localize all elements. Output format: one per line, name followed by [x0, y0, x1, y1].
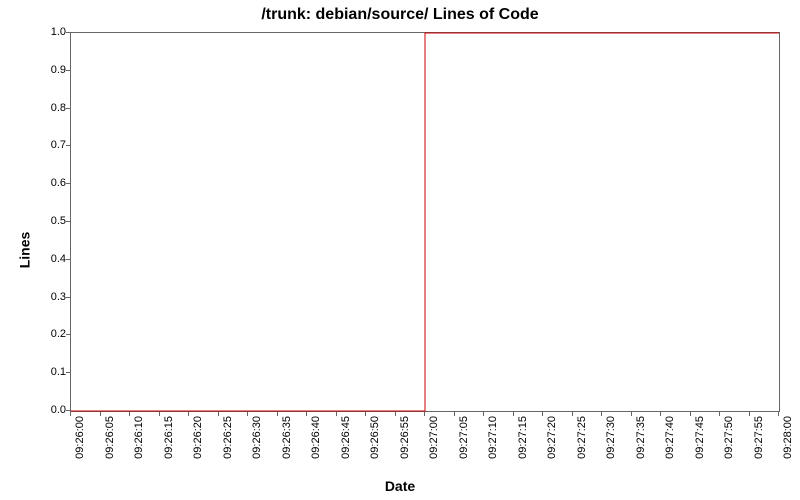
y-tick-label: 0.9	[26, 64, 66, 76]
x-tick-mark	[454, 412, 455, 416]
x-tick-mark	[159, 412, 160, 416]
y-tick-label: 0.4	[26, 253, 66, 265]
x-tick-label: 09:26:40	[310, 416, 322, 459]
data-line	[71, 33, 779, 411]
x-tick-mark	[395, 412, 396, 416]
x-tick-label: 09:27:50	[723, 416, 735, 459]
x-tick-mark	[365, 412, 366, 416]
chart-container: /trunk: debian/source/ Lines of Code Lin…	[0, 0, 800, 500]
y-tick-label: 1.0	[26, 26, 66, 38]
x-tick-mark	[188, 412, 189, 416]
y-tick-mark	[66, 183, 70, 184]
x-tick-mark	[336, 412, 337, 416]
y-tick-label: 0.8	[26, 102, 66, 114]
x-tick-mark	[277, 412, 278, 416]
x-axis-label: Date	[0, 478, 800, 494]
y-tick-label: 0.3	[26, 291, 66, 303]
x-tick-label: 09:27:30	[605, 416, 617, 459]
x-tick-label: 09:26:50	[369, 416, 381, 459]
x-tick-mark	[247, 412, 248, 416]
x-tick-mark	[719, 412, 720, 416]
y-tick-mark	[66, 145, 70, 146]
y-tick-mark	[66, 70, 70, 71]
x-tick-label: 09:26:05	[104, 416, 116, 459]
x-tick-mark	[690, 412, 691, 416]
y-tick-mark	[66, 259, 70, 260]
x-tick-label: 09:27:40	[664, 416, 676, 459]
y-tick-mark	[66, 32, 70, 33]
x-tick-mark	[660, 412, 661, 416]
x-tick-mark	[513, 412, 514, 416]
x-tick-label: 09:26:15	[163, 416, 175, 459]
y-tick-label: 0.6	[26, 177, 66, 189]
y-tick-mark	[66, 108, 70, 109]
x-tick-label: 09:27:35	[635, 416, 647, 459]
x-tick-mark	[483, 412, 484, 416]
y-tick-mark	[66, 334, 70, 335]
x-tick-label: 09:26:10	[133, 416, 145, 459]
x-tick-mark	[631, 412, 632, 416]
x-tick-mark	[129, 412, 130, 416]
x-tick-label: 09:26:45	[340, 416, 352, 459]
x-tick-label: 09:26:00	[74, 416, 86, 459]
x-tick-mark	[572, 412, 573, 416]
x-tick-label: 09:27:00	[428, 416, 440, 459]
x-tick-mark	[749, 412, 750, 416]
y-tick-label: 0.1	[26, 366, 66, 378]
y-tick-mark	[66, 221, 70, 222]
y-tick-label: 0.0	[26, 404, 66, 416]
x-tick-mark	[542, 412, 543, 416]
x-tick-label: 09:27:15	[517, 416, 529, 459]
x-tick-mark	[601, 412, 602, 416]
x-tick-mark	[778, 412, 779, 416]
x-tick-label: 09:27:20	[546, 416, 558, 459]
y-tick-label: 0.2	[26, 328, 66, 340]
x-tick-label: 09:27:55	[753, 416, 765, 459]
x-tick-label: 09:27:45	[694, 416, 706, 459]
x-tick-label: 09:28:00	[782, 416, 794, 459]
y-tick-label: 0.7	[26, 139, 66, 151]
plot-area	[70, 32, 780, 412]
x-tick-mark	[218, 412, 219, 416]
x-tick-mark	[70, 412, 71, 416]
x-tick-label: 09:26:30	[251, 416, 263, 459]
x-tick-label: 09:26:25	[222, 416, 234, 459]
x-tick-label: 09:27:10	[487, 416, 499, 459]
x-tick-mark	[100, 412, 101, 416]
x-tick-label: 09:26:55	[399, 416, 411, 459]
y-tick-mark	[66, 372, 70, 373]
y-tick-label: 0.5	[26, 215, 66, 227]
x-tick-label: 09:27:25	[576, 416, 588, 459]
y-tick-mark	[66, 410, 70, 411]
y-tick-mark	[66, 297, 70, 298]
chart-title: /trunk: debian/source/ Lines of Code	[0, 6, 800, 24]
x-tick-mark	[424, 412, 425, 416]
x-tick-label: 09:26:20	[192, 416, 204, 459]
x-tick-mark	[306, 412, 307, 416]
x-tick-label: 09:26:35	[281, 416, 293, 459]
x-tick-label: 09:27:05	[458, 416, 470, 459]
